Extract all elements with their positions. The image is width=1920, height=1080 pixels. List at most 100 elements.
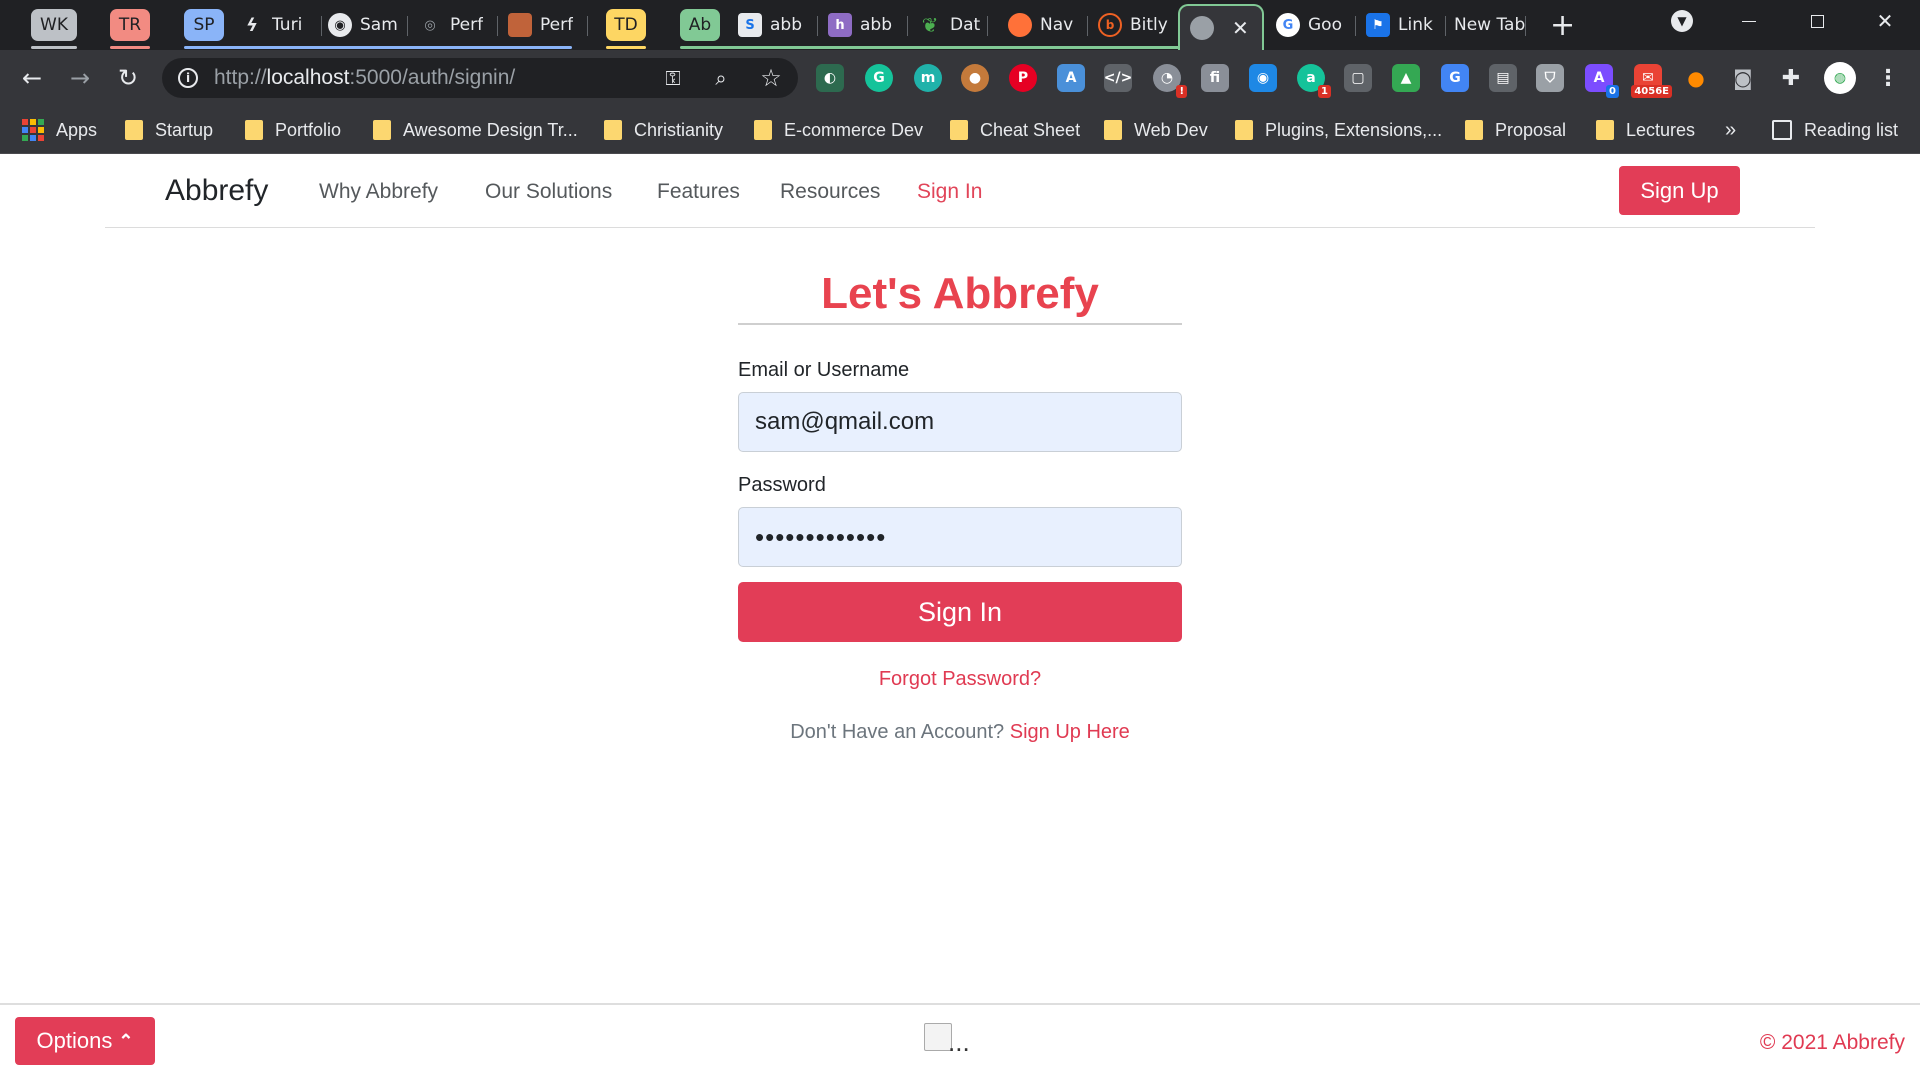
extension-icon[interactable]: ● — [1682, 64, 1710, 92]
bookmarks-overflow-button[interactable]: » — [1725, 116, 1736, 144]
nav-features[interactable]: Features — [657, 180, 740, 204]
bookmark-folder[interactable]: Plugins, Extensions,... — [1235, 116, 1442, 144]
extension-icon[interactable]: A0 — [1585, 64, 1619, 98]
bitly-icon: b — [1098, 13, 1122, 37]
browser-tab[interactable]: b Bitly — [1098, 6, 1174, 44]
address-bar[interactable]: i http://localhost:5000/auth/signin/ ⚿ ⌕… — [162, 58, 798, 98]
close-window-button[interactable]: ✕ — [1856, 0, 1914, 42]
tab-group-underline — [110, 46, 150, 49]
avatar[interactable]: ◍ — [1824, 62, 1856, 94]
bookmark-label: Portfolio — [275, 119, 342, 140]
minimize-button[interactable] — [1720, 0, 1778, 42]
location-icon[interactable]: ◉ — [1249, 64, 1277, 92]
translate-icon[interactable]: G — [1441, 64, 1469, 92]
chevron-down-icon: ▼ — [1671, 10, 1693, 32]
options-button[interactable]: Options ⌃ — [15, 1017, 155, 1065]
extension-icon[interactable]: ◔! — [1153, 64, 1187, 98]
site-navbar: Abbrefy Why Abbrefy Our Solutions Featur… — [105, 154, 1815, 228]
bookmark-label: Cheat Sheet — [980, 119, 1081, 140]
globe-icon — [1190, 16, 1214, 40]
extension-icon[interactable]: m — [914, 64, 942, 92]
nav-sign-in[interactable]: Sign In — [917, 180, 982, 204]
bookmark-label: Startup — [155, 119, 214, 140]
bookmark-folder[interactable]: Web Dev — [1104, 116, 1208, 144]
mail-icon[interactable]: ✉ 4056E — [1631, 64, 1672, 98]
nav-why-abbrefy[interactable]: Why Abbrefy — [319, 180, 438, 204]
browser-tab[interactable]: ◉ Sam — [328, 6, 408, 44]
browser-tab[interactable]: Nav — [1008, 6, 1088, 44]
puzzle-icon[interactable]: ✚ — [1777, 64, 1805, 92]
grammarly-icon[interactable]: G — [865, 64, 893, 92]
restore-button[interactable] — [1788, 0, 1846, 42]
reload-button[interactable]: ↻ — [112, 62, 144, 94]
key-icon[interactable]: ⚿ — [660, 66, 686, 90]
signin-submit-button[interactable]: Sign In — [738, 582, 1182, 642]
browser-tab[interactable]: h abb — [828, 6, 908, 44]
password-field[interactable]: ••••••••••••• — [738, 507, 1182, 567]
browser-tab[interactable]: S abb — [738, 6, 818, 44]
shield-icon[interactable]: ⛉ — [1536, 64, 1564, 92]
folder-icon — [1235, 120, 1253, 140]
zoom-icon[interactable]: ⌕ — [708, 66, 734, 90]
bookmark-folder[interactable]: Proposal — [1465, 116, 1566, 144]
bookmark-label: Christianity — [634, 119, 724, 140]
back-button[interactable]: ← — [16, 62, 48, 94]
nav-resources[interactable]: Resources — [780, 180, 880, 204]
cookie-icon[interactable]: ● — [961, 64, 989, 92]
extension-icon[interactable]: A — [1057, 64, 1085, 92]
tab-group-ab[interactable]: Ab — [680, 9, 720, 41]
browser-tab[interactable]: ⚑ Link — [1366, 6, 1446, 44]
extension-icon[interactable]: fi — [1201, 64, 1229, 92]
grammarly-icon[interactable]: a1 — [1297, 64, 1331, 98]
tab-search-button[interactable]: ▼ — [1654, 0, 1710, 42]
extension-icon[interactable]: ▢ — [1344, 64, 1372, 92]
forward-button[interactable]: → — [64, 62, 96, 94]
folder-icon — [1596, 120, 1614, 140]
bookmark-folder[interactable]: E-commerce Dev — [754, 116, 923, 144]
reload-icon: ↻ — [117, 64, 139, 92]
browser-tab[interactable]: ◎ Perf — [418, 6, 498, 44]
tab-group-sp[interactable]: SP — [184, 9, 224, 41]
tab-group-td[interactable]: TD — [606, 9, 646, 41]
browser-tab-active[interactable]: ✕ — [1178, 4, 1264, 50]
tab-title: Link — [1398, 15, 1433, 35]
camera-icon[interactable]: ◙ — [1729, 64, 1757, 92]
browser-tab[interactable]: ϟ Turi — [240, 6, 322, 44]
tab-group-wk[interactable]: WK — [31, 9, 77, 41]
tab-group-tr[interactable]: TR — [110, 9, 150, 41]
close-icon[interactable]: ✕ — [1232, 16, 1249, 40]
info-icon[interactable]: i — [178, 68, 198, 88]
menu-dots-icon[interactable]: ⋮ — [1874, 64, 1902, 92]
bookmark-label: E-commerce Dev — [784, 119, 924, 140]
star-icon[interactable]: ☆ — [758, 64, 784, 92]
bookmark-folder[interactable]: Lectures — [1596, 116, 1695, 144]
nav-signup-button[interactable]: Sign Up — [1619, 166, 1740, 215]
email-field[interactable]: sam@qmail.com — [738, 392, 1182, 452]
browser-tab[interactable]: G Goo — [1276, 6, 1356, 44]
tab-group-underline — [31, 46, 77, 49]
bookmark-folder[interactable]: Cheat Sheet — [950, 116, 1080, 144]
browser-tab[interactable]: Perf — [508, 6, 588, 44]
bookmark-apps[interactable]: Apps — [22, 116, 97, 144]
nav-our-solutions[interactable]: Our Solutions — [485, 180, 612, 204]
extension-icon[interactable]: ◐ — [816, 64, 844, 92]
pinterest-icon[interactable]: P — [1009, 64, 1037, 92]
url-text[interactable]: http://localhost:5000/auth/signin/ — [214, 66, 515, 90]
brand-logo[interactable]: Abbrefy — [165, 174, 268, 208]
bookmark-folder[interactable]: Awesome Design Tr... — [373, 116, 578, 144]
extension-icon[interactable]: ▤ — [1489, 64, 1517, 92]
forgot-password-link[interactable]: Forgot Password? — [738, 668, 1182, 691]
browser-tab[interactable]: New Tab — [1454, 6, 1526, 44]
flag-icon: ⚑ — [1366, 13, 1390, 37]
bookmark-folder[interactable]: Portfolio — [245, 116, 341, 144]
drive-icon[interactable]: ▲ — [1392, 64, 1420, 92]
code-icon[interactable]: </> — [1104, 64, 1132, 92]
new-tab-button[interactable]: + — [1550, 6, 1580, 44]
reading-list-icon — [1772, 120, 1792, 140]
bookmark-folder[interactable]: Startup — [125, 116, 213, 144]
folder-icon — [1465, 120, 1483, 140]
browser-tab[interactable]: ❦ Dat — [918, 6, 988, 44]
signup-here-link[interactable]: Sign Up Here — [1010, 721, 1130, 743]
bookmark-folder[interactable]: Christianity — [604, 116, 723, 144]
reading-list-button[interactable]: Reading list — [1772, 116, 1898, 144]
